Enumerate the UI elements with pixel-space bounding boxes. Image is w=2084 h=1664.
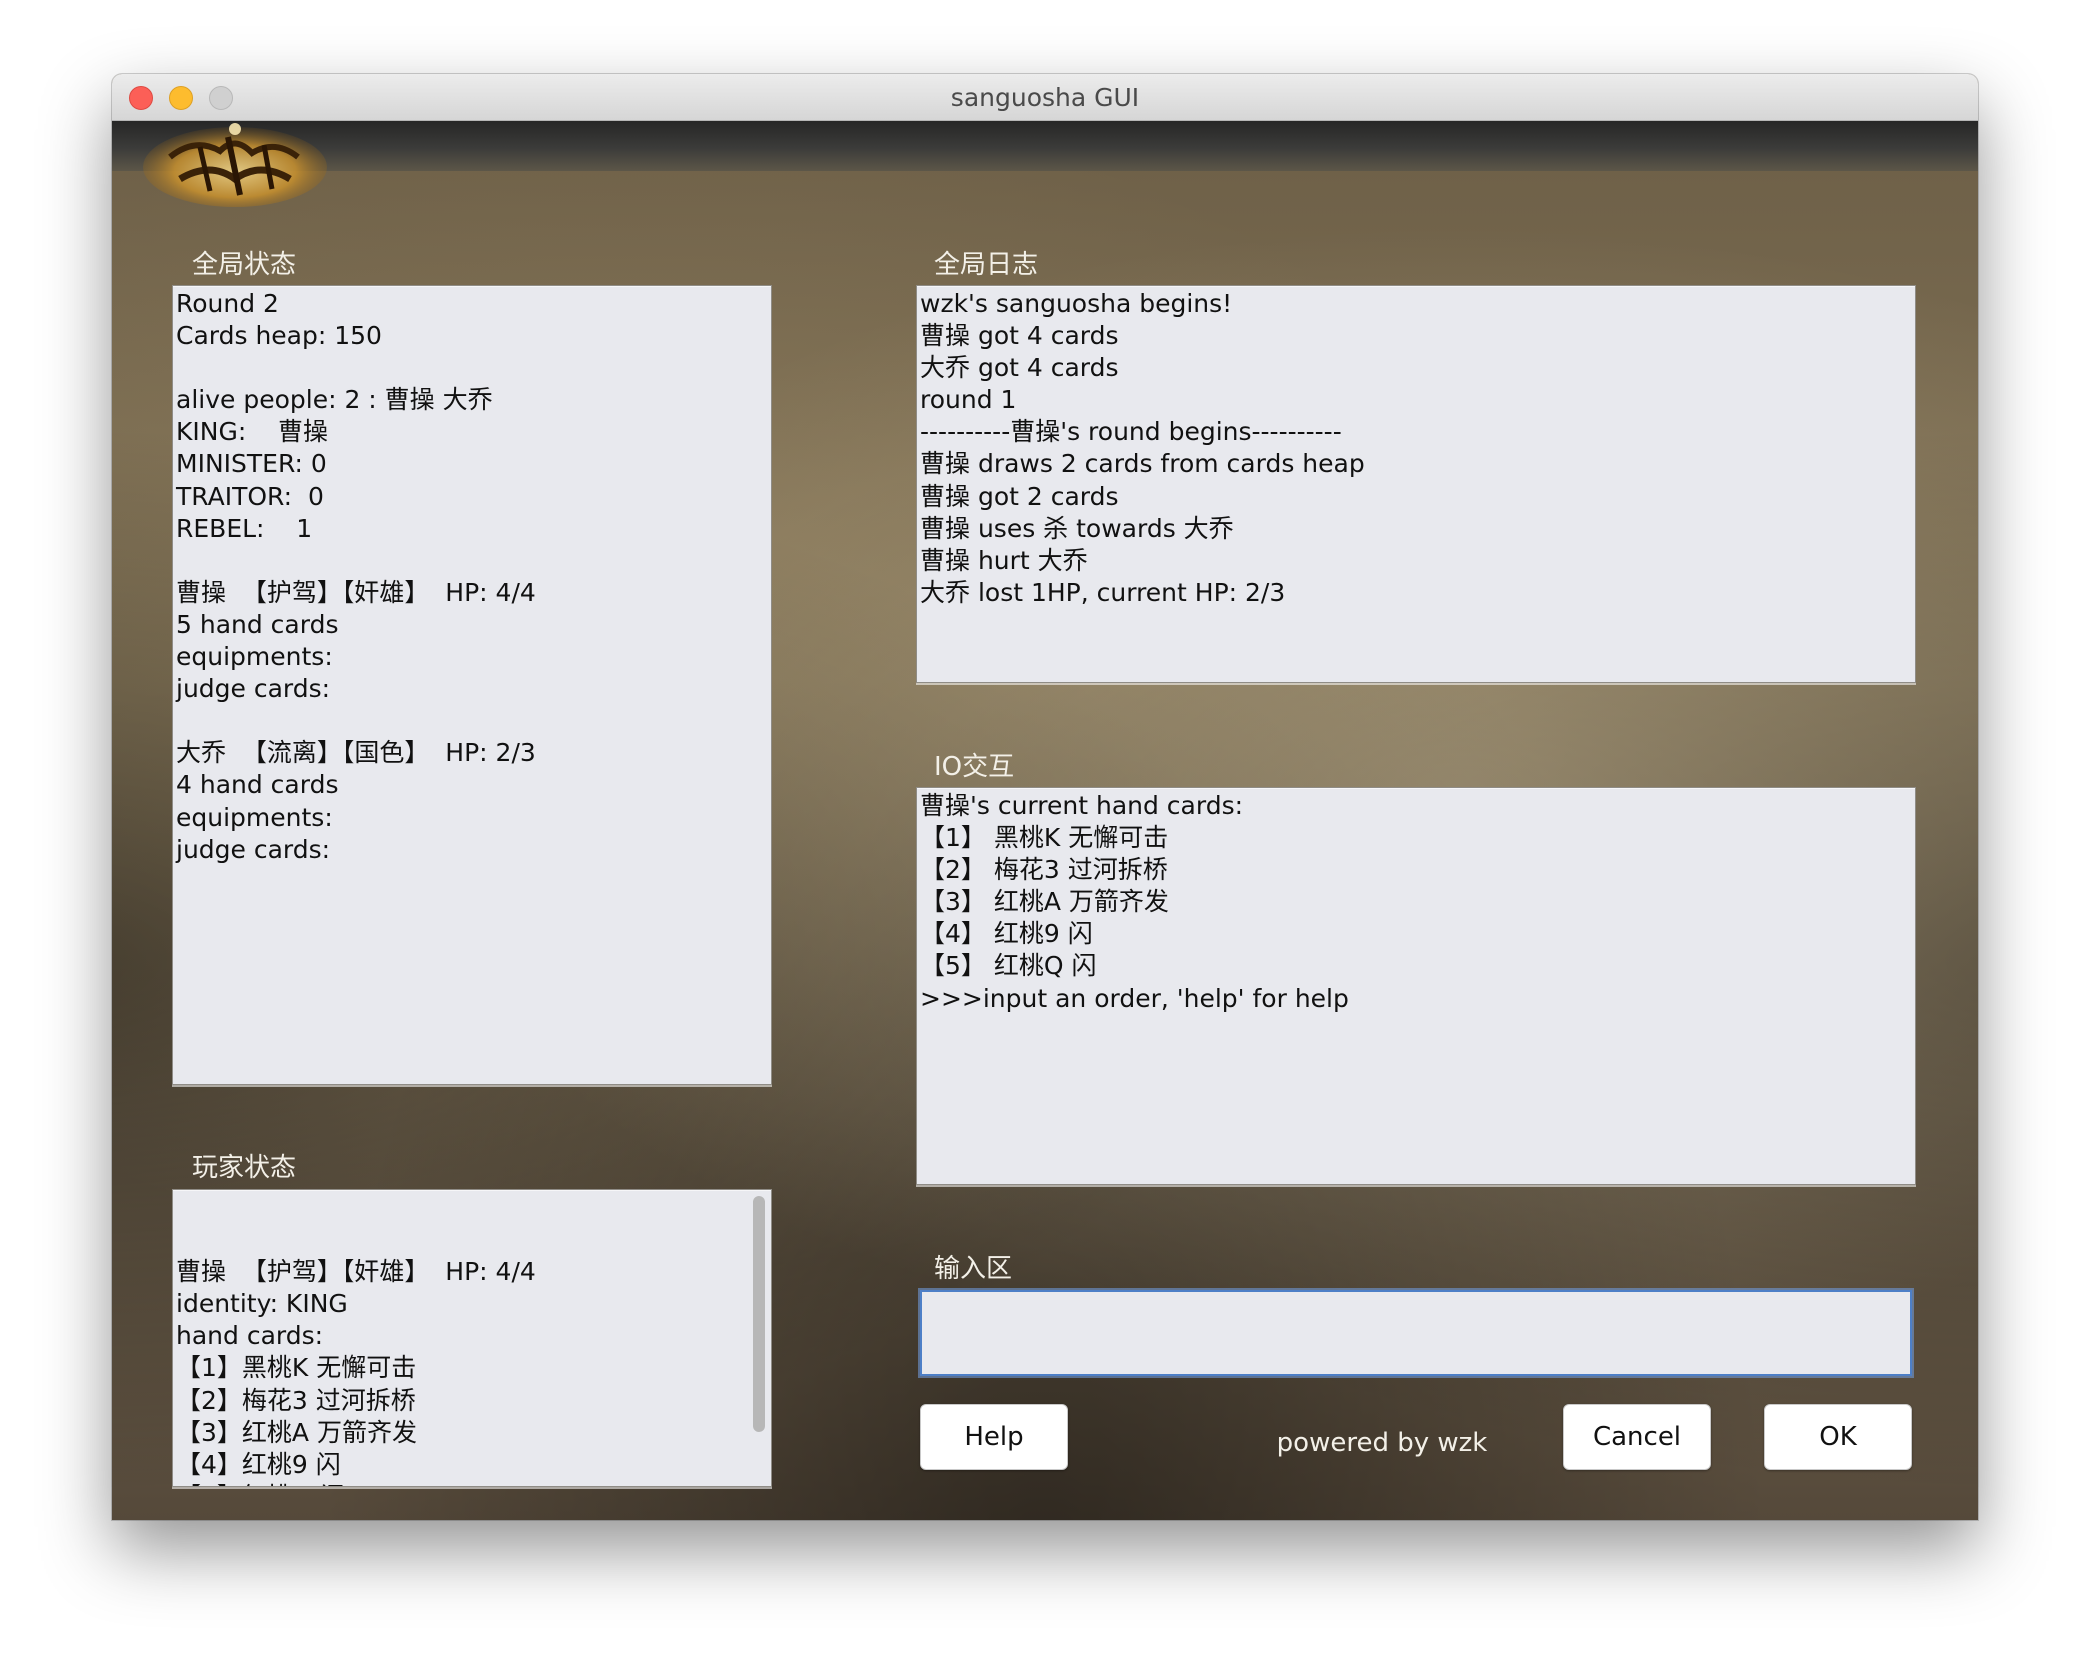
global-state-line: alive people: 2 : 曹操 大乔 xyxy=(176,385,493,415)
io-label: IO交互 xyxy=(934,752,1015,782)
global-state-line: equipments: xyxy=(176,642,333,672)
player-state-line: 【4】红桃9 闪 xyxy=(176,1449,341,1479)
player-state-line: 【3】红桃A 万箭齐发 xyxy=(176,1417,417,1447)
global-state-line: KING: 曹操 xyxy=(176,417,329,447)
ok-button[interactable]: OK xyxy=(1764,1404,1912,1470)
global-state-line: 曹操 【护驾】【奸雄】 HP: 4/4 xyxy=(176,577,536,607)
global-state-line: Round 2 xyxy=(176,289,279,318)
player-state-line: 曹操 【护驾】【奸雄】 HP: 4/4 xyxy=(176,1257,536,1287)
global-log-line: 曹操 draws 2 cards from cards heap xyxy=(920,449,1365,479)
global-log-line: round 1 xyxy=(920,385,1017,415)
global-state-line: judge cards: xyxy=(176,674,331,704)
global-state-line: MINISTER: 0 xyxy=(176,449,327,479)
player-state-line: 【1】黑桃K 无懈可击 xyxy=(176,1353,417,1383)
global-state-line: TRAITOR: 0 xyxy=(176,481,324,511)
app-window: sanguosha GUI 全局状态 Round 2 Cards heap: 15… xyxy=(112,74,1978,1520)
global-state-line: 4 hand cards xyxy=(176,770,339,800)
player-state-line: identity: KING xyxy=(176,1289,348,1319)
powered-by-text: powered by wzk xyxy=(1276,1428,1488,1458)
io-pane[interactable]: 曹操's current hand cards: 【1】 黑桃K 无懈可击 【2】 … xyxy=(916,787,1916,1185)
io-line: 【5】 红桃Q 闪 xyxy=(920,951,1097,981)
global-state-line: 5 hand cards xyxy=(176,609,339,639)
global-log-line: 曹操 got 4 cards xyxy=(920,321,1119,351)
window-title: sanguosha GUI xyxy=(950,83,1140,112)
global-state-line: 大乔 【流离】【国色】 HP: 2/3 xyxy=(176,738,536,768)
global-state-pane[interactable]: Round 2 Cards heap: 150 alive people: 2 : … xyxy=(172,285,772,1085)
player-state-label: 玩家状态 xyxy=(192,1153,297,1183)
main-content: 全局状态 Round 2 Cards heap: 150 alive people:… xyxy=(112,121,1978,1520)
help-button[interactable]: Help xyxy=(920,1404,1068,1470)
input-area-label: 输入区 xyxy=(934,1254,1013,1284)
order-input[interactable] xyxy=(920,1290,1912,1376)
player-state-line: hand cards: xyxy=(176,1321,324,1351)
global-log-line: wzk's sanguosha begins! xyxy=(920,289,1233,318)
global-log-line: 曹操 got 2 cards xyxy=(920,481,1119,511)
global-log-pane[interactable]: wzk's sanguosha begins! 曹操 got 4 cards 大乔 … xyxy=(916,285,1916,683)
global-log-line: 曹操 uses 杀 towards 大乔 xyxy=(920,513,1234,543)
io-line: 【4】 红桃9 闪 xyxy=(920,919,1093,949)
global-state-line xyxy=(176,545,768,577)
io-line: >>>input an order, 'help' for help xyxy=(920,983,1349,1013)
global-log-line: 大乔 lost 1HP, current HP: 2/3 xyxy=(920,577,1286,607)
io-line: 【1】 黑桃K 无懈可击 xyxy=(920,823,1169,853)
global-log-line: 曹操 hurt 大乔 xyxy=(920,545,1088,575)
player-state-scrollbar[interactable] xyxy=(753,1196,765,1432)
title-bar[interactable]: sanguosha GUI xyxy=(112,74,1978,121)
global-log-line: 大乔 got 4 cards xyxy=(920,353,1119,383)
global-state-line xyxy=(176,352,768,384)
global-state-line: REBEL: 1 xyxy=(176,513,313,543)
cancel-button[interactable]: Cancel xyxy=(1563,1404,1711,1470)
player-state-line: 【2】梅花3 过河拆桥 xyxy=(176,1385,416,1415)
player-state-line: 【5】红桃Q 闪 xyxy=(176,1481,768,1486)
global-state-line: judge cards: xyxy=(176,834,331,864)
io-line: 曹操's current hand cards: xyxy=(920,791,1244,820)
io-line: 【3】 红桃A 万箭齐发 xyxy=(920,887,1169,917)
global-state-line: Cards heap: 150 xyxy=(176,321,382,351)
io-line: 【2】 梅花3 过河拆桥 xyxy=(920,855,1168,885)
global-state-label: 全局状态 xyxy=(192,250,297,280)
global-log-line: ----------曹操's round begins---------- xyxy=(920,417,1342,447)
global-state-line: equipments: xyxy=(176,802,333,832)
global-state-line xyxy=(176,705,768,737)
header-band xyxy=(112,121,1978,171)
sanguosha-logo-icon xyxy=(143,123,327,207)
player-state-pane[interactable]: 曹操 【护驾】【奸雄】 HP: 4/4 identity: KING hand ca… xyxy=(172,1189,772,1487)
global-log-label: 全局日志 xyxy=(934,250,1039,280)
